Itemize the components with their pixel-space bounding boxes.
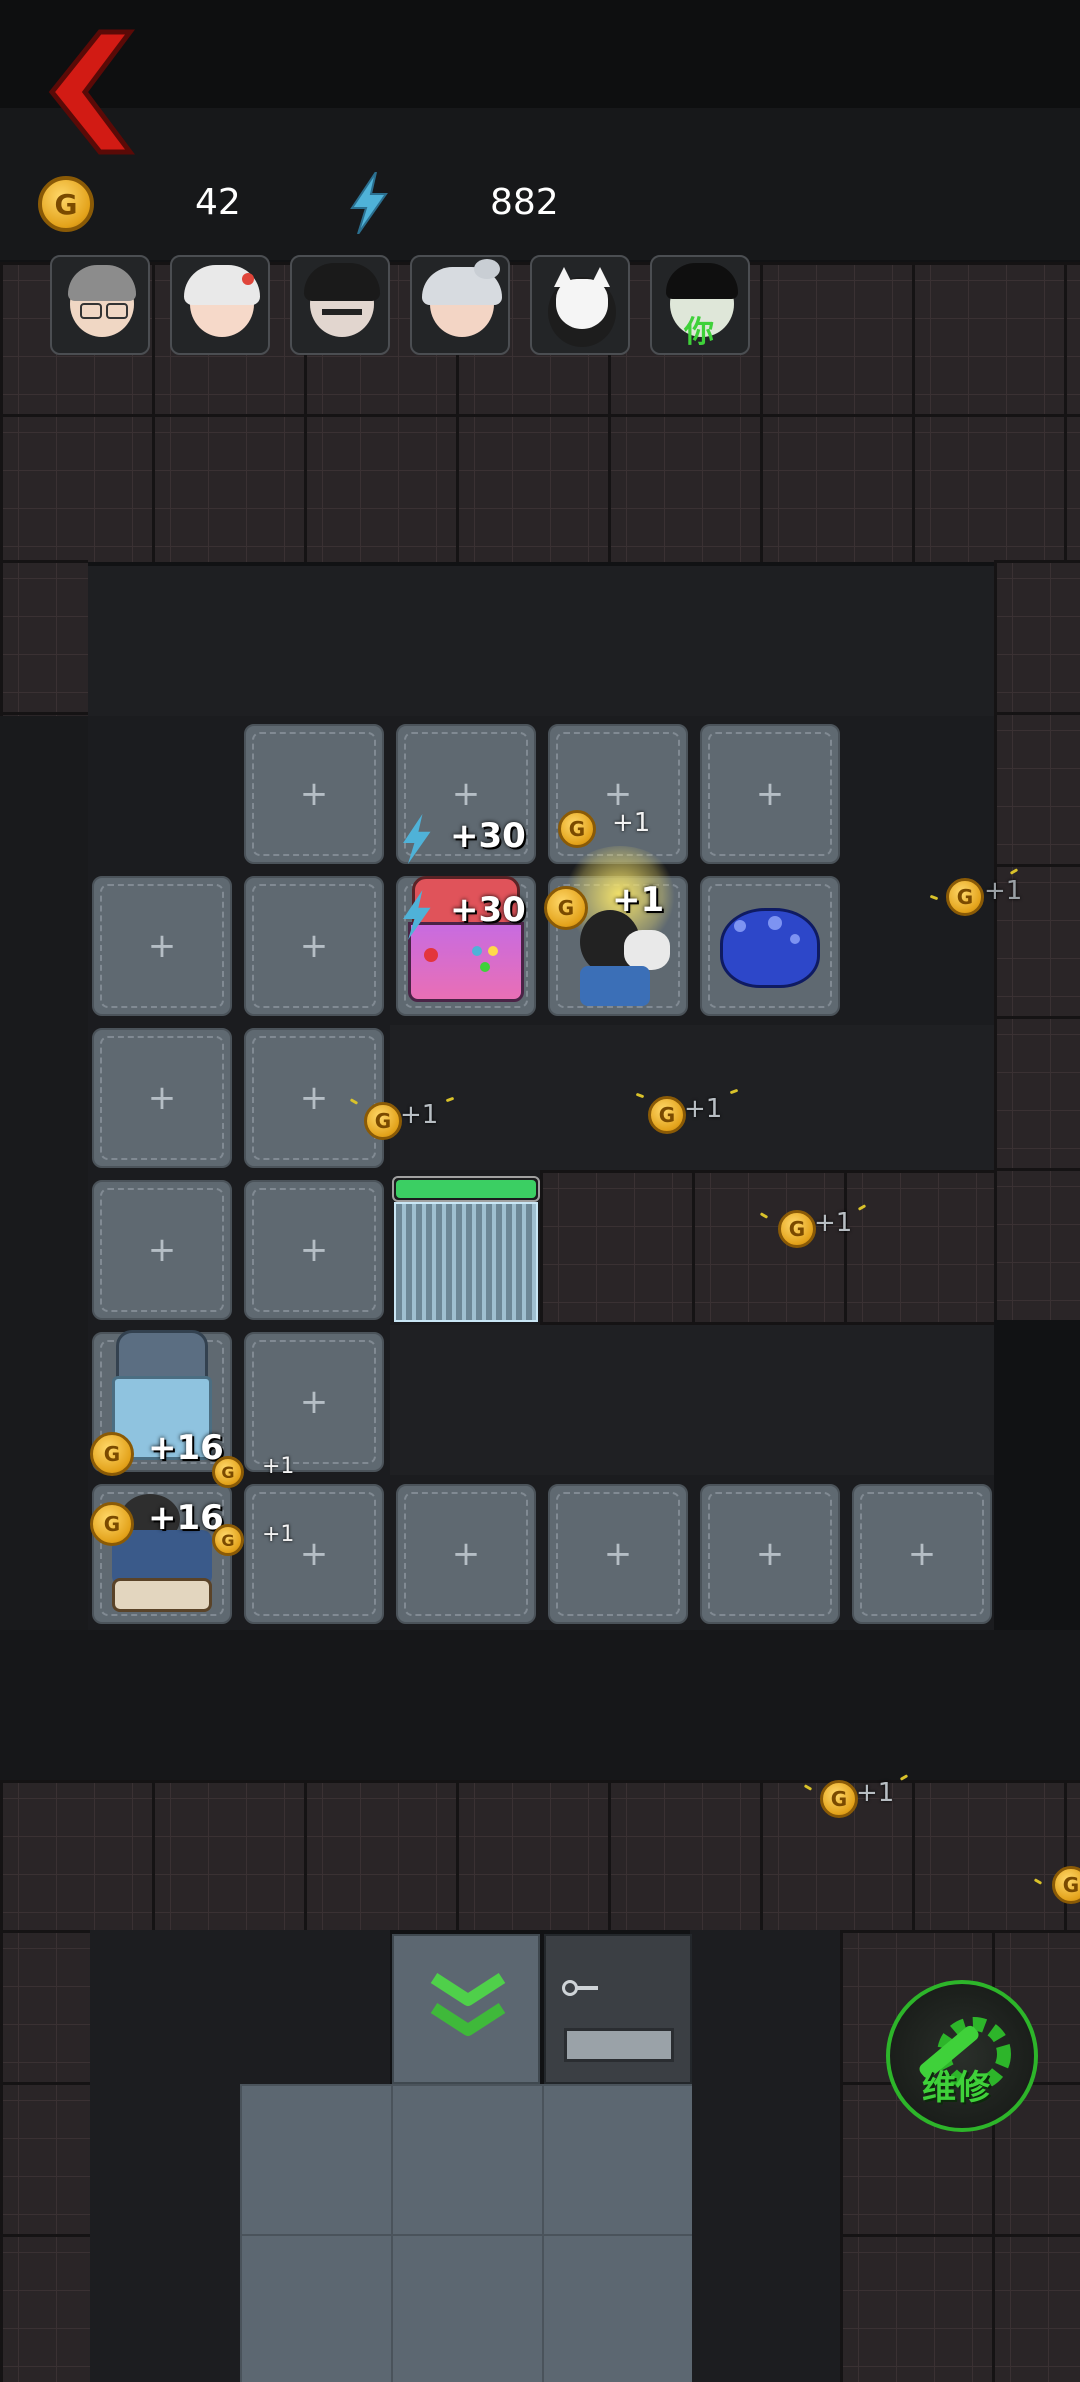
upper-corridor xyxy=(88,566,994,716)
grandma-glasses-avatar[interactable] xyxy=(50,255,150,355)
lower-corridor xyxy=(390,1325,994,1475)
energy-gain-text: +30 xyxy=(450,890,526,930)
gold-gain-small: +1 xyxy=(400,1100,439,1130)
gold-coin-icon: G xyxy=(212,1524,244,1556)
gold-coin-icon: G xyxy=(544,886,588,930)
lightning-icon xyxy=(403,814,431,864)
repair-label: 维修 xyxy=(922,2068,990,2108)
dark-hair-man-avatar[interactable] xyxy=(290,255,390,355)
gold-coin-icon: G xyxy=(90,1432,134,1476)
build-slot[interactable]: + xyxy=(244,876,384,1016)
lightning-icon xyxy=(350,172,388,234)
gold-gain-small: +1 xyxy=(262,1454,295,1479)
build-slot[interactable]: + xyxy=(852,1484,992,1624)
gold-coin-icon: G xyxy=(558,810,596,848)
gold-coin-icon: G xyxy=(38,176,94,232)
gold-coin-icon: G xyxy=(778,1210,816,1248)
gold-coin-icon: G xyxy=(946,878,984,916)
gold-gain-small: +1 xyxy=(984,876,1023,906)
right-brick-column xyxy=(994,560,1080,1320)
energy-gain-text: +30 xyxy=(450,816,526,856)
gold-coin-icon: G xyxy=(648,1096,686,1134)
gold-gain-small: +1 xyxy=(684,1094,723,1124)
double-chevron-down-icon xyxy=(430,1972,506,2036)
back-button[interactable] xyxy=(40,22,140,162)
repair-button[interactable]: 维修 xyxy=(886,1980,1038,2132)
gold-gain-small: +1 xyxy=(612,808,651,838)
build-slot[interactable]: + xyxy=(92,876,232,1016)
gold-gain-small: +1 xyxy=(262,1522,295,1547)
bottom-left-brick xyxy=(0,1930,90,2382)
lower-room-floor xyxy=(240,2084,692,2382)
build-slot[interactable]: + xyxy=(244,724,384,864)
mid-brick-wall xyxy=(540,1170,994,1325)
build-slot[interactable]: + xyxy=(92,1028,232,1168)
build-slot[interactable]: + xyxy=(700,724,840,864)
door-progress-fill xyxy=(396,1180,536,1198)
lower-brick-wall xyxy=(0,1780,1080,1930)
build-slot[interactable]: + xyxy=(92,1180,232,1320)
old-lady-bun-avatar[interactable] xyxy=(410,255,510,355)
gold-gain-small: +1 xyxy=(612,880,665,920)
build-slot[interactable]: + xyxy=(700,1484,840,1624)
gold-gain-text: +16 xyxy=(148,1428,224,1468)
gold-coin-icon: G xyxy=(364,1102,402,1140)
fox-mask-avatar[interactable] xyxy=(530,255,630,355)
build-slot[interactable]: + xyxy=(396,1484,536,1624)
build-slot[interactable]: + xyxy=(244,1332,384,1472)
red-back-arrow-icon xyxy=(48,29,135,155)
gold-gain-text: +16 xyxy=(148,1498,224,1538)
gold-gain-small: +1 xyxy=(814,1208,853,1238)
left-dark-column xyxy=(0,716,88,1716)
top-black-bar xyxy=(0,0,1080,108)
blue-frog-creature xyxy=(712,890,828,1000)
bottom-right-corridor xyxy=(690,1930,840,2382)
locked-door[interactable] xyxy=(544,1934,692,2084)
gold-coin-icon: G xyxy=(90,1502,134,1546)
gold-gain-small: +1 xyxy=(856,1778,895,1808)
descend-stairs[interactable] xyxy=(392,1934,540,2084)
left-brick-column xyxy=(0,560,88,720)
gold-coin-icon: G xyxy=(820,1780,858,1818)
bottom-band xyxy=(0,1630,1080,1780)
lightning-icon xyxy=(403,890,431,940)
white-hair-girl-avatar[interactable] xyxy=(170,255,270,355)
build-slot[interactable]: + xyxy=(244,1484,384,1624)
energy-amount: 882 xyxy=(490,182,559,223)
build-slot[interactable]: + xyxy=(244,1180,384,1320)
gold-amount: 42 xyxy=(195,182,241,223)
build-slot[interactable]: + xyxy=(548,1484,688,1624)
you-label: 你 xyxy=(684,315,714,350)
gold-coin-icon: G xyxy=(212,1456,244,1488)
build-slot[interactable]: + xyxy=(244,1028,384,1168)
door-progress-bar xyxy=(392,1176,540,1202)
you-player-avatar[interactable]: 你 xyxy=(650,255,750,355)
reinforced-door[interactable] xyxy=(394,1202,538,1322)
